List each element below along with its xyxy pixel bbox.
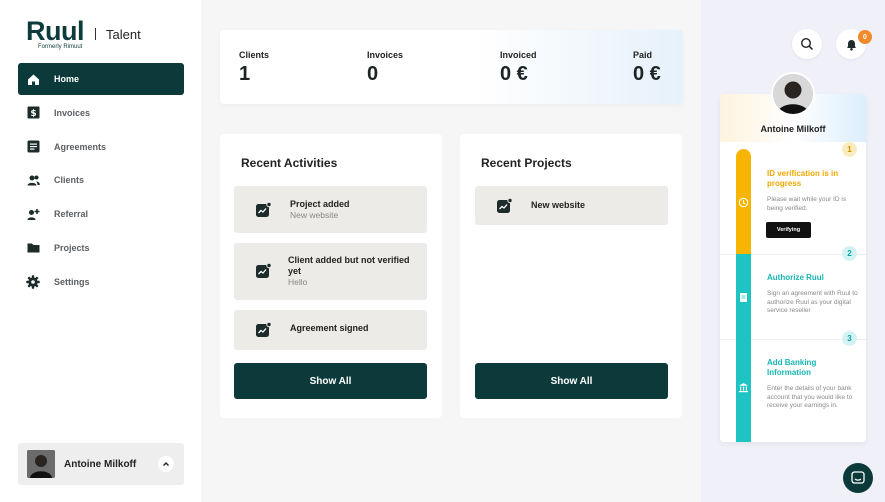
stat-label: Clients	[239, 50, 270, 60]
show-all-projects-button[interactable]: Show All	[475, 363, 668, 399]
referral-icon	[26, 207, 40, 221]
activity-item[interactable]: Client added but not verified yet Hello	[234, 243, 427, 300]
chat-support-button[interactable]	[843, 463, 873, 493]
stat-label: Paid	[633, 50, 653, 60]
brand-logo[interactable]: Ruul Formerly Rimuut Talent	[26, 16, 141, 51]
document-sign-icon	[738, 290, 749, 308]
user-profile-card[interactable]: Antoine Milkoff	[18, 443, 184, 485]
avatar	[771, 72, 815, 116]
sidebar-item-label: Clients	[54, 175, 85, 186]
gear-icon	[26, 275, 40, 289]
stat-value: 0 €	[633, 63, 661, 85]
activity-chart-icon	[255, 201, 272, 218]
panel-title: Recent Activities	[241, 156, 338, 170]
stat-value: 1	[239, 63, 251, 85]
svg-text:$: $	[30, 109, 36, 119]
onboarding-progress-card: Antoine Milkoff 1 ID verification is in …	[720, 94, 866, 442]
sidebar-item-label: Projects	[54, 242, 90, 253]
sidebar-item-clients[interactable]: Clients	[18, 164, 184, 196]
verifying-button[interactable]: Verifying	[766, 222, 811, 238]
search-button[interactable]	[792, 29, 822, 59]
sidebar: Ruul Formerly Rimuut Talent Home $ Invoi…	[0, 0, 201, 502]
sidebar-item-referral[interactable]: Referral	[18, 198, 184, 230]
step-3-number: 3	[842, 331, 857, 346]
sidebar-item-label: Invoices	[54, 107, 91, 118]
home-icon	[26, 72, 40, 86]
step-2-3-progress-bar	[736, 254, 751, 442]
step-2-number: 2	[842, 246, 857, 261]
activity-subtitle: New website	[290, 210, 339, 220]
step-1-number: 1	[842, 142, 857, 157]
sidebar-item-invoices[interactable]: $ Invoices	[18, 97, 184, 129]
sidebar-item-label: Settings	[54, 276, 90, 287]
sidebar-item-agreements[interactable]: Agreements	[18, 131, 184, 163]
project-title: New website	[531, 200, 586, 210]
stat-label: Invoiced	[500, 50, 537, 60]
stat-clients: Clients 1	[239, 50, 269, 86]
project-item[interactable]: New website	[475, 186, 668, 225]
chevron-up-icon[interactable]	[158, 456, 174, 472]
search-icon	[800, 37, 814, 51]
stat-value: 0	[367, 63, 379, 85]
stat-invoiced: Invoiced 0 €	[500, 50, 537, 86]
brand-product: Talent	[106, 27, 141, 42]
sidebar-item-label: Agreements	[54, 141, 107, 152]
clock-icon	[738, 195, 749, 213]
project-chart-icon	[496, 197, 513, 214]
activity-title: Agreement signed	[290, 323, 369, 333]
step-3-description: Enter the details of your bank account t…	[767, 385, 853, 409]
notification-count-badge: 0	[858, 30, 872, 44]
show-all-activities-button[interactable]: Show All	[234, 363, 427, 399]
activity-subtitle: Hello	[288, 277, 308, 287]
dollar-icon: $	[26, 106, 40, 120]
step-2-title[interactable]: Authorize Ruul	[767, 273, 857, 283]
activity-chart-icon	[255, 321, 272, 338]
sidebar-item-settings[interactable]: Settings	[18, 266, 184, 298]
avatar	[27, 450, 55, 478]
users-icon	[26, 173, 40, 187]
onboarding-user-name: Antoine Milkoff	[760, 124, 826, 134]
panel-title: Recent Projects	[481, 156, 572, 170]
sidebar-item-home[interactable]: Home	[18, 63, 184, 95]
step-3-title[interactable]: Add Banking Information	[767, 358, 857, 378]
activity-item[interactable]: Agreement signed	[234, 310, 427, 350]
user-name: Antoine Milkoff	[64, 458, 137, 470]
brand-name: Ruul	[26, 16, 85, 46]
brand-sub: Formerly Rimuut	[38, 44, 83, 50]
stat-value: 0 €	[500, 63, 528, 85]
bell-icon	[846, 39, 856, 51]
chat-icon	[851, 471, 865, 484]
sidebar-item-projects[interactable]: Projects	[18, 232, 184, 264]
document-icon	[26, 140, 40, 154]
logo-divider	[95, 28, 96, 40]
stat-paid: Paid 0 €	[633, 50, 661, 86]
bank-icon	[738, 380, 749, 398]
stat-invoices: Invoices 0	[367, 50, 403, 86]
step-1-title: ID verification is in progress	[767, 169, 839, 188]
step-1-description: Please wait while your ID is being verif…	[767, 196, 847, 212]
activity-title: Client added but not verified yet	[288, 255, 410, 276]
stat-label: Invoices	[367, 50, 404, 60]
sidebar-nav: Home $ Invoices Agreements Clients Refer…	[18, 63, 184, 300]
step-2-description: Sign an agreement with Ruul to authorize…	[767, 290, 858, 314]
recent-projects-panel: Recent Projects New website Show All	[460, 134, 682, 418]
folder-icon	[26, 241, 40, 255]
activity-title: Project added	[290, 199, 350, 209]
activity-item[interactable]: Project added New website	[234, 186, 427, 233]
stats-summary: Clients 1 Invoices 0 Invoiced 0 € Paid 0…	[220, 30, 683, 104]
sidebar-item-label: Home	[54, 74, 80, 84]
sidebar-item-label: Referral	[54, 209, 89, 220]
activity-chart-icon	[255, 262, 272, 279]
recent-activities-panel: Recent Activities Project added New webs…	[220, 134, 442, 418]
